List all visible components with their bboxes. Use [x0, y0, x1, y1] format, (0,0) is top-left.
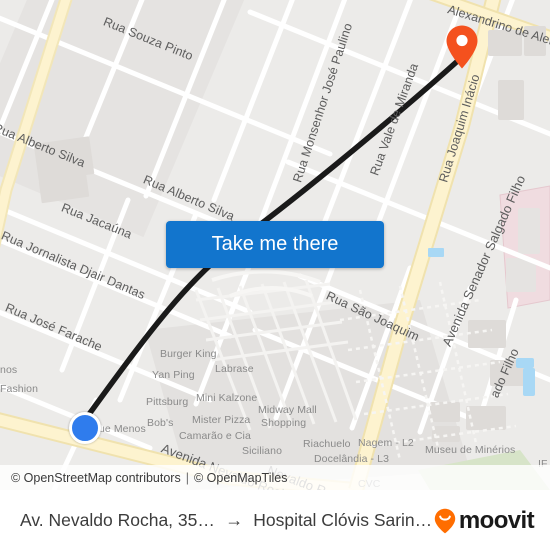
take-me-there-button[interactable]: Take me there [166, 221, 384, 268]
moovit-route-screen: Rua Souza Pinto Rua Alberto Silva Rua Al… [0, 0, 550, 550]
attribution-separator: | [185, 470, 189, 485]
moovit-logo[interactable]: moovit [434, 507, 550, 535]
openmaptiles-attribution-link[interactable]: © OpenMapTiles [194, 471, 288, 485]
route-footer-bar: Av. Nevaldo Rocha, 3558… → Hospital Clóv… [0, 490, 550, 550]
moovit-pin-smile-icon [434, 508, 456, 534]
moovit-wordmark: moovit [458, 506, 535, 534]
destination-pin-icon[interactable] [444, 24, 480, 70]
take-me-there-label: Take me there [211, 233, 339, 255]
arrow-right-icon: → [225, 510, 244, 530]
route-summary[interactable]: Av. Nevaldo Rocha, 3558… → Hospital Clóv… [0, 510, 434, 531]
map-attribution: © OpenStreetMap contributors | © OpenMap… [0, 465, 550, 490]
route-origin-label: Av. Nevaldo Rocha, 3558… [20, 510, 216, 530]
map-canvas[interactable]: Rua Souza Pinto Rua Alberto Silva Rua Al… [0, 0, 550, 490]
origin-dot-icon[interactable] [69, 412, 101, 444]
route-destination-label: Hospital Clóvis Sarinho… [253, 510, 434, 530]
osm-attribution-link[interactable]: © OpenStreetMap contributors [11, 471, 181, 485]
